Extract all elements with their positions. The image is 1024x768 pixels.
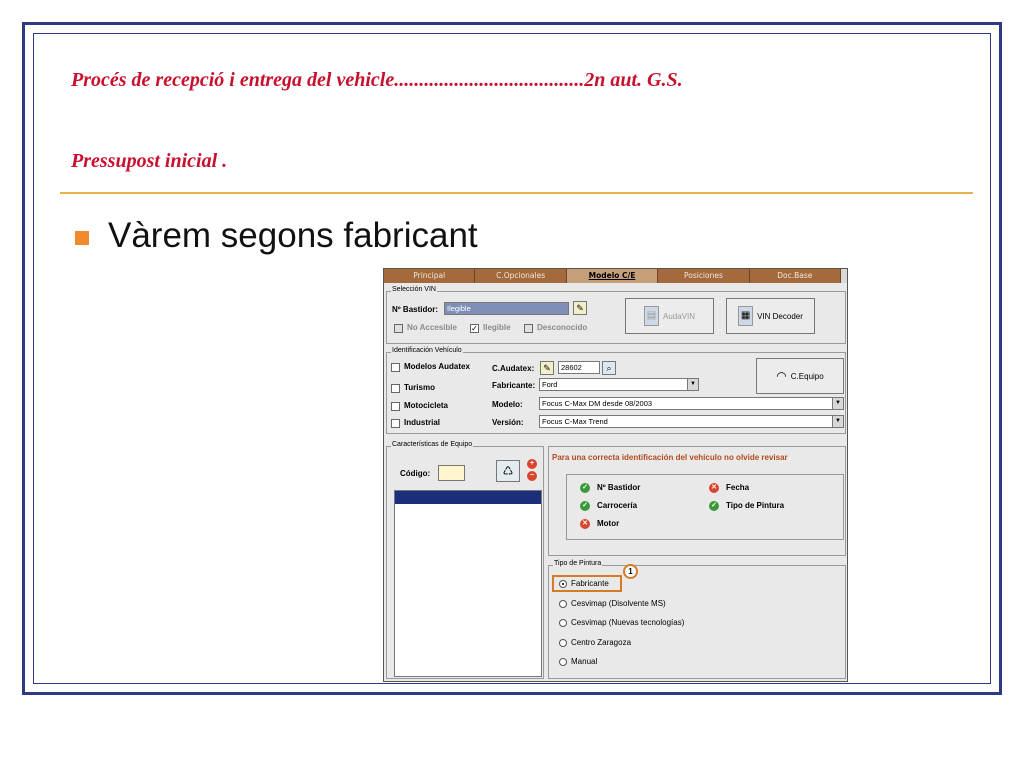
industrial-label: Industrial xyxy=(404,418,441,427)
check-bastidor: Nº Bastidor xyxy=(597,483,641,492)
edit-audatex-icon[interactable]: ✎ xyxy=(540,361,554,375)
chevron-down-icon[interactable]: ▼ xyxy=(832,398,843,409)
search-audatex-icon[interactable]: ⌕ xyxy=(602,361,616,375)
vin-decoder-button-label: VIN Decoder xyxy=(757,311,803,321)
radio-centro-zaragoza[interactable] xyxy=(559,639,567,647)
tab-bar-end xyxy=(841,269,848,283)
version-select[interactable]: Focus C-Max Trend ▼ xyxy=(539,415,844,428)
radio-cesvimap-ms[interactable] xyxy=(559,600,567,608)
no-accesible-label: No Accesible xyxy=(407,323,457,332)
version-label: Versión: xyxy=(492,418,524,427)
c-equipo-button[interactable]: ◠ C.Equipo xyxy=(756,358,844,394)
desconocido-label: Desconocido xyxy=(537,323,588,332)
check-motor: Motor xyxy=(597,519,620,528)
option-cesvimap-nuevas: Cesvimap (Nuevas tecnologías) xyxy=(571,618,685,627)
fabricante-label: Fabricante: xyxy=(492,381,536,390)
option-centro-zaragoza: Centro Zaragoza xyxy=(571,638,632,647)
audavin-button[interactable]: ▤ AudaVIN xyxy=(625,298,714,334)
group-legend: Selección VIN xyxy=(391,286,437,293)
turismo-checkbox[interactable] xyxy=(391,384,400,393)
check-ok-icon: ✓ xyxy=(580,501,590,511)
codigo-label: Código: xyxy=(400,469,431,478)
warning-text: Para una correcta identificación del veh… xyxy=(552,453,788,462)
group-legend: Tipo de Pintura xyxy=(553,560,603,567)
c-audatex-label: C.Audatex: xyxy=(492,364,535,373)
ilegible-label: Ilegible xyxy=(483,323,511,332)
check-fecha: Fecha xyxy=(726,483,750,492)
modelo-value: Focus C-Max DM desde 08/2003 xyxy=(542,399,653,408)
list-selected-row[interactable] xyxy=(395,491,541,504)
check-carroceria: Carrocería xyxy=(597,501,638,510)
bullet-square-icon xyxy=(75,231,89,245)
turismo-label: Turismo xyxy=(404,383,435,392)
tab-bar: Principal C.Opcionales Modelo C/E Posici… xyxy=(384,269,848,283)
tab-doc-base[interactable]: Doc.Base xyxy=(750,269,842,283)
callout-badge: 1 xyxy=(623,564,638,579)
chevron-down-icon[interactable]: ▼ xyxy=(832,416,843,427)
database-icon: ▤ xyxy=(643,306,659,326)
highlight-box xyxy=(552,575,622,592)
no-accesible-checkbox[interactable] xyxy=(394,324,403,333)
c-audatex-input[interactable]: 28602 xyxy=(558,361,600,374)
motocicleta-label: Motocicleta xyxy=(404,401,449,410)
add-icon[interactable]: + xyxy=(527,459,537,469)
bullet-text: Vàrem segons fabricant xyxy=(108,216,478,255)
motocicleta-checkbox[interactable] xyxy=(391,402,400,411)
check-ok-icon: ✓ xyxy=(709,501,719,511)
vin-decoder-button[interactable]: ▦ VIN Decoder xyxy=(726,298,815,334)
decoder-icon: ▦ xyxy=(738,306,754,326)
radio-cesvimap-nuevas[interactable] xyxy=(559,619,567,627)
slide-title: Procés de recepció i entrega del vehicle… xyxy=(71,69,683,91)
modelo-label: Modelo: xyxy=(492,400,523,409)
tab-posiciones[interactable]: Posiciones xyxy=(658,269,750,283)
desconocido-checkbox[interactable] xyxy=(524,324,533,333)
check-fail-icon: ✕ xyxy=(580,519,590,529)
modelos-audatex-checkbox[interactable] xyxy=(391,363,400,372)
fabricante-select[interactable]: Ford ▼ xyxy=(539,378,699,391)
tab-modelo-ce[interactable]: Modelo C/E xyxy=(566,269,659,283)
tab-principal[interactable]: Principal xyxy=(384,269,476,283)
option-manual: Manual xyxy=(571,657,598,666)
equipment-list[interactable] xyxy=(394,490,542,677)
check-fail-icon: ✕ xyxy=(709,483,719,493)
gauge-icon: ◠ xyxy=(776,369,787,383)
version-value: Focus C-Max Trend xyxy=(542,417,608,426)
codigo-input[interactable] xyxy=(438,465,465,481)
ilegible-checkbox[interactable]: ✓ xyxy=(470,324,479,333)
modelos-audatex-label: Modelos Audatex xyxy=(404,362,470,371)
audavin-button-label: AudaVIN xyxy=(662,311,696,321)
slide-subtitle: Pressupost inicial . xyxy=(71,150,228,172)
group-legend: Características de Equipo xyxy=(391,441,474,448)
industrial-checkbox[interactable] xyxy=(391,419,400,428)
title-divider xyxy=(60,192,973,194)
trash-icon[interactable]: ♺ xyxy=(496,460,520,482)
option-cesvimap-ms: Cesvimap (Disolvente MS) xyxy=(571,599,666,608)
bastidor-label: Nº Bastidor: xyxy=(392,305,439,314)
tab-c-opcionales[interactable]: C.Opcionales xyxy=(475,269,567,283)
check-ok-icon: ✓ xyxy=(580,483,590,493)
fabricante-value: Ford xyxy=(542,380,558,389)
chevron-down-icon[interactable]: ▼ xyxy=(687,379,698,390)
check-tipo-pintura: Tipo de Pintura xyxy=(726,501,785,510)
edit-bastidor-icon[interactable]: ✎ xyxy=(573,301,587,315)
remove-icon[interactable]: − xyxy=(527,471,537,481)
c-equipo-button-label: C.Equipo xyxy=(790,371,824,381)
radio-manual[interactable] xyxy=(559,658,567,666)
bastidor-input[interactable]: Ilegible xyxy=(444,302,569,315)
group-legend: Identificación Vehículo xyxy=(391,347,463,354)
modelo-select[interactable]: Focus C-Max DM desde 08/2003 ▼ xyxy=(539,397,844,410)
